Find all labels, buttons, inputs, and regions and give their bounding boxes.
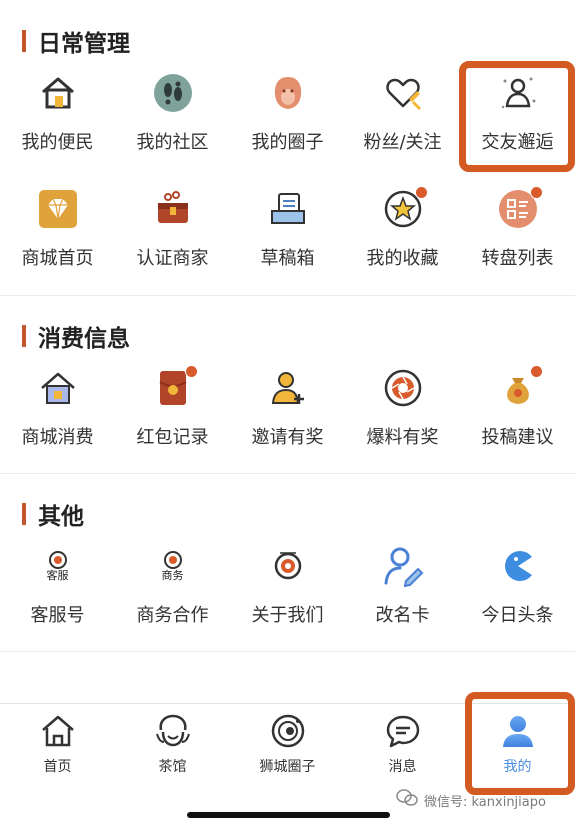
- diamond-icon: [37, 188, 79, 230]
- menu-label: 认证商家: [136, 248, 209, 269]
- orbit-icon: [270, 714, 306, 752]
- menu-item-fans-follow[interactable]: 粉丝/关注: [345, 72, 460, 154]
- section-title-text: 日常管理: [38, 31, 130, 57]
- menu-item-convenience[interactable]: 我的便民: [0, 72, 115, 154]
- menu-label: 客服号: [30, 605, 85, 626]
- home-icon: [40, 714, 76, 752]
- tab-label: 消息: [388, 759, 417, 775]
- menu-item-certified-merchant[interactable]: 认证商家: [115, 188, 230, 270]
- menu-item-headlines[interactable]: 今日头条: [460, 545, 575, 627]
- tab-label: 首页: [43, 759, 72, 775]
- menu-item-mall-home[interactable]: 商城首页: [0, 188, 115, 270]
- money-bag-icon: [497, 365, 543, 409]
- section-title-text: 其他: [38, 504, 84, 530]
- wechat-watermark: 微信号: kanxinjiapo: [396, 789, 546, 811]
- menu-item-tip-off[interactable]: 爆料有奖: [345, 367, 460, 449]
- menu-label: 关于我们: [251, 605, 324, 626]
- menu-label: 爆料有奖: [366, 427, 439, 448]
- menu-item-business[interactable]: 商务 商务合作: [115, 545, 230, 627]
- tab-teahouse[interactable]: 茶馆: [115, 714, 230, 776]
- pacman-icon: [497, 545, 539, 587]
- section-title-daily: 日常管理: [22, 24, 130, 58]
- menu-item-submission[interactable]: 投稿建议: [460, 365, 575, 449]
- notification-dot: [529, 365, 543, 378]
- logo-text: 客服: [46, 569, 69, 582]
- logo-text: 商务: [161, 569, 184, 582]
- highlight-box-dating: [459, 61, 575, 172]
- menu-item-favorites[interactable]: 我的收藏: [345, 186, 460, 270]
- tea-lion-icon: [155, 714, 191, 752]
- section-bar: [22, 30, 26, 52]
- menu-item-red-packet[interactable]: 红包记录: [115, 365, 230, 449]
- menu-item-rename-card[interactable]: 改名卡: [345, 545, 460, 627]
- list-icon: [497, 186, 543, 230]
- section-bar: [22, 503, 26, 525]
- shop-house-icon: [37, 367, 79, 409]
- menu-item-circle[interactable]: 我的圈子: [230, 72, 345, 154]
- tab-lion-city-circle[interactable]: 狮城圈子: [230, 714, 345, 776]
- menu-item-customer-service[interactable]: 客服 客服号: [0, 545, 115, 627]
- section-divider: [0, 473, 575, 474]
- tab-label: 狮城圈子: [259, 759, 316, 775]
- menu-label: 商城消费: [21, 427, 94, 448]
- section-divider: [0, 295, 575, 296]
- consume-row: 商城消费 红包记录 邀请有奖 爆料有奖 投稿建议: [0, 365, 575, 449]
- menu-label: 改名卡: [375, 605, 430, 626]
- notification-dot: [414, 186, 428, 199]
- menu-item-drafts[interactable]: 草稿箱: [230, 188, 345, 270]
- star-icon: [382, 186, 428, 230]
- menu-item-mall-spending[interactable]: 商城消费: [0, 367, 115, 449]
- heart-pen-icon: [382, 72, 424, 114]
- wechat-icon: [396, 789, 418, 811]
- menu-item-wheel-list[interactable]: 转盘列表: [460, 186, 575, 270]
- menu-label: 转盘列表: [481, 248, 554, 269]
- chat-icon: [385, 714, 421, 752]
- daily-row-2: 商城首页 认证商家 草稿箱 我的收藏 转盘列表: [0, 186, 575, 270]
- highlight-box-me-tab: [465, 692, 575, 795]
- home-indicator: [187, 812, 390, 818]
- tab-messages[interactable]: 消息: [345, 714, 460, 776]
- menu-item-invite[interactable]: 邀请有奖: [230, 367, 345, 449]
- menu-label: 我的收藏: [366, 248, 439, 269]
- edit-user-icon: [382, 545, 424, 587]
- section-title-consume: 消费信息: [22, 319, 130, 353]
- footprints-icon: [152, 72, 194, 114]
- notification-dot: [529, 186, 543, 199]
- section-title-text: 消费信息: [38, 326, 130, 352]
- menu-label: 粉丝/关注: [363, 132, 442, 153]
- tab-home[interactable]: 首页: [0, 714, 115, 776]
- menu-label: 商务合作: [136, 605, 209, 626]
- menu-label: 邀请有奖: [251, 427, 324, 448]
- service-logo-icon: 客服: [37, 545, 79, 587]
- watermark-text: 微信号: kanxinjiapo: [424, 794, 546, 810]
- invite-icon: [267, 367, 309, 409]
- business-logo-icon: 商务: [152, 545, 194, 587]
- drafts-icon: [267, 188, 309, 230]
- red-packet-icon: [152, 365, 198, 409]
- menu-item-community[interactable]: 我的社区: [115, 72, 230, 154]
- treasure-chest-icon: [152, 188, 194, 230]
- menu-label: 商城首页: [21, 248, 94, 269]
- menu-label: 草稿箱: [260, 248, 315, 269]
- about-logo-icon: [267, 545, 309, 587]
- menu-label: 投稿建议: [481, 427, 554, 448]
- menu-label: 我的社区: [136, 132, 209, 153]
- section-divider: [0, 651, 575, 652]
- house-icon: [37, 72, 79, 114]
- menu-label: 我的圈子: [251, 132, 324, 153]
- menu-label: 我的便民: [21, 132, 94, 153]
- tab-label: 茶馆: [158, 759, 187, 775]
- notification-dot: [184, 365, 198, 378]
- menu-label: 今日头条: [481, 605, 554, 626]
- section-bar: [22, 325, 26, 347]
- camera-shutter-icon: [382, 367, 424, 409]
- section-title-other: 其他: [22, 497, 84, 531]
- menu-label: 红包记录: [136, 427, 209, 448]
- other-row: 客服 客服号 商务 商务合作 关于我们 改名卡 今日头条: [0, 545, 575, 627]
- lion-icon: [267, 72, 309, 114]
- menu-item-about-us[interactable]: 关于我们: [230, 545, 345, 627]
